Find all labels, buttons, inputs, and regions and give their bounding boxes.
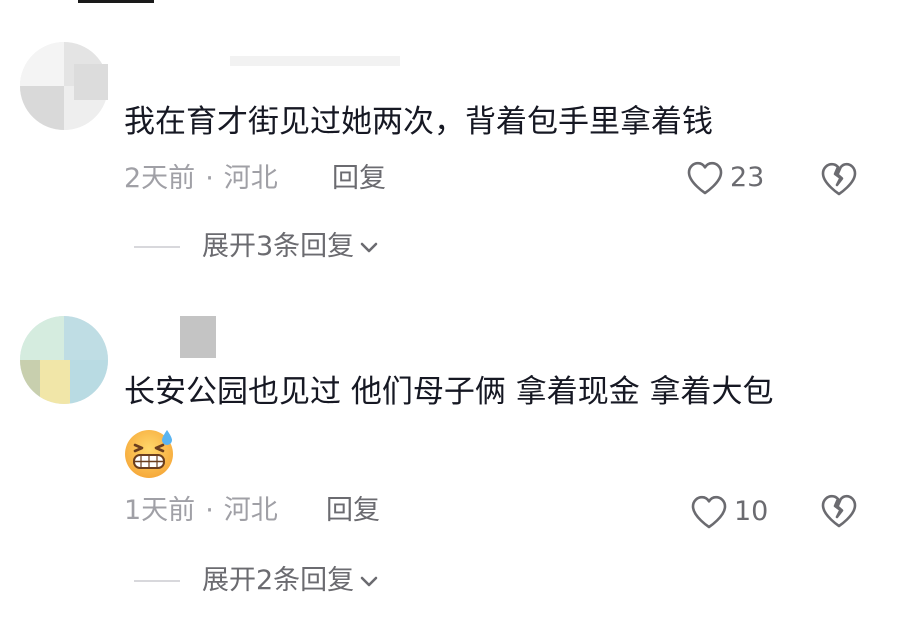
reply-button[interactable]: 回复 bbox=[326, 494, 380, 528]
meta-separator: · bbox=[205, 495, 214, 526]
expand-replies-button[interactable]: 展开3条回复 bbox=[134, 230, 380, 264]
comment-item: 长安公园也见过 他们母子俩 拿着现金 拿着大包 1天前 · 河北 回复 10 展开2… bbox=[0, 308, 902, 608]
comment-meta: 1天前 · 河北 bbox=[124, 494, 278, 528]
grinning-sweat-emoji-icon bbox=[125, 430, 173, 478]
like-count: 10 bbox=[734, 496, 769, 527]
username-blur bbox=[230, 56, 400, 66]
expand-replies-label: 展开3条回复 bbox=[202, 231, 355, 262]
expand-replies-button[interactable]: 展开2条回复 bbox=[134, 564, 380, 598]
broken-heart-icon[interactable] bbox=[820, 492, 858, 530]
heart-icon bbox=[687, 161, 723, 195]
username[interactable] bbox=[180, 316, 216, 358]
like-button[interactable]: 23 bbox=[686, 160, 764, 196]
comment-item: 我在育才街见过她两次，背着包手里拿着钱 2天前 · 河北 回复 23 展开3条回复 bbox=[0, 40, 902, 280]
top-divider bbox=[78, 0, 154, 3]
comment-meta: 2天前 · 河北 bbox=[124, 162, 278, 196]
broken-heart-icon[interactable] bbox=[820, 160, 858, 198]
username[interactable] bbox=[74, 64, 108, 100]
comment-location: 河北 bbox=[223, 495, 278, 526]
chevron-down-icon bbox=[360, 242, 378, 253]
comment-time: 2天前 bbox=[124, 163, 196, 194]
comment-time: 1天前 bbox=[124, 495, 196, 526]
comment-text: 我在育才街见过她两次，背着包手里拿着钱 bbox=[124, 104, 713, 140]
comment-text: 长安公园也见过 他们母子俩 拿着现金 拿着大包 bbox=[124, 374, 774, 410]
chevron-down-icon bbox=[360, 576, 378, 587]
like-button[interactable]: 10 bbox=[690, 494, 768, 530]
heart-icon bbox=[691, 495, 727, 529]
expand-divider bbox=[134, 580, 180, 582]
reply-button[interactable]: 回复 bbox=[332, 162, 386, 196]
like-count: 23 bbox=[730, 162, 765, 193]
meta-separator: · bbox=[205, 163, 214, 194]
avatar[interactable] bbox=[20, 316, 108, 404]
expand-replies-label: 展开2条回复 bbox=[202, 565, 355, 596]
comment-location: 河北 bbox=[223, 163, 278, 194]
expand-divider bbox=[134, 246, 180, 248]
